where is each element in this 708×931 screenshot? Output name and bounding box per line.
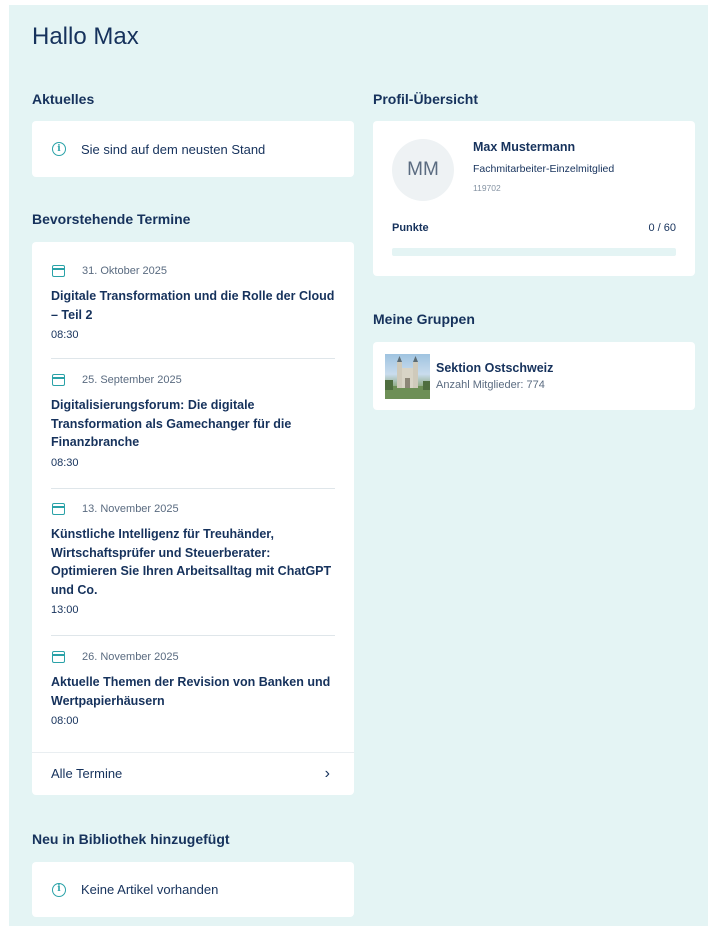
points-value: 0 / 60 xyxy=(648,222,676,234)
dashboard-page: Hallo Max Aktuelles i Sie sind auf dem n… xyxy=(9,5,708,926)
event-time: 08:30 xyxy=(51,329,79,341)
event-title[interactable]: Digitale Transformation und die Rolle de… xyxy=(51,287,335,324)
event-date: 31. Oktober 2025 xyxy=(82,265,168,277)
gruppen-heading: Meine Gruppen xyxy=(373,311,475,327)
calendar-icon xyxy=(52,374,65,386)
chevron-right-icon: › xyxy=(324,764,330,782)
event-item[interactable]: 31. Oktober 2025 Digitale Transformation… xyxy=(51,263,335,359)
group-image xyxy=(385,354,430,399)
event-time: 13:00 xyxy=(51,604,79,616)
points-label: Punkte xyxy=(392,222,429,234)
calendar-icon xyxy=(52,651,65,663)
termine-card: 31. Oktober 2025 Digitale Transformation… xyxy=(32,242,354,795)
page-title: Hallo Max xyxy=(32,23,139,50)
bibliothek-message: Keine Artikel vorhanden xyxy=(81,882,219,897)
event-title[interactable]: Aktuelle Themen der Revision von Banken … xyxy=(51,673,335,710)
info-icon: i xyxy=(52,882,66,897)
profil-heading: Profil-Übersicht xyxy=(373,91,479,107)
profile-role: Fachmitarbeiter-Einzelmitglied xyxy=(473,163,615,175)
bibliothek-card: i Keine Artikel vorhanden xyxy=(32,862,354,917)
event-item[interactable]: 13. November 2025 Künstliche Intelligenz… xyxy=(51,501,335,636)
aktuelles-heading: Aktuelles xyxy=(32,91,95,107)
aktuelles-card: i Sie sind auf dem neusten Stand xyxy=(32,121,354,177)
group-name[interactable]: Sektion Ostschweiz xyxy=(436,361,553,375)
alle-termine-link[interactable]: Alle Termine › xyxy=(32,752,354,794)
points-progress-bar xyxy=(392,248,676,256)
event-date: 25. September 2025 xyxy=(82,374,182,386)
bibliothek-heading: Neu in Bibliothek hinzugefügt xyxy=(32,831,230,847)
event-time: 08:30 xyxy=(51,456,79,469)
group-card[interactable]: Sektion Ostschweiz Anzahl Mitglieder: 77… xyxy=(373,342,695,410)
event-title[interactable]: Künstliche Intelligenz für Treuhänder, W… xyxy=(51,525,335,599)
event-date: 13. November 2025 xyxy=(82,503,179,515)
profile-member-id: 119702 xyxy=(473,183,501,193)
event-time: 08:00 xyxy=(51,715,79,727)
calendar-icon xyxy=(52,503,65,515)
calendar-icon xyxy=(52,265,65,277)
event-item[interactable]: 25. September 2025 Digitalisierungsforum… xyxy=(51,372,335,489)
alle-termine-label: Alle Termine xyxy=(51,766,123,781)
termine-heading: Bevorstehende Termine xyxy=(32,211,191,227)
info-icon: i xyxy=(52,142,66,156)
group-member-count: Anzahl Mitglieder: 774 xyxy=(436,379,545,391)
profil-card[interactable]: MM Max Mustermann Fachmitarbeiter-Einzel… xyxy=(373,121,695,276)
profile-name: Max Mustermann xyxy=(473,140,576,154)
event-date: 26. November 2025 xyxy=(82,651,179,663)
aktuelles-message: Sie sind auf dem neusten Stand xyxy=(81,141,266,157)
event-item[interactable]: 26. November 2025 Aktuelle Themen der Re… xyxy=(51,649,335,745)
event-title[interactable]: Digitalisierungsforum: Die digitale Tran… xyxy=(51,396,335,452)
avatar: MM xyxy=(392,139,454,201)
